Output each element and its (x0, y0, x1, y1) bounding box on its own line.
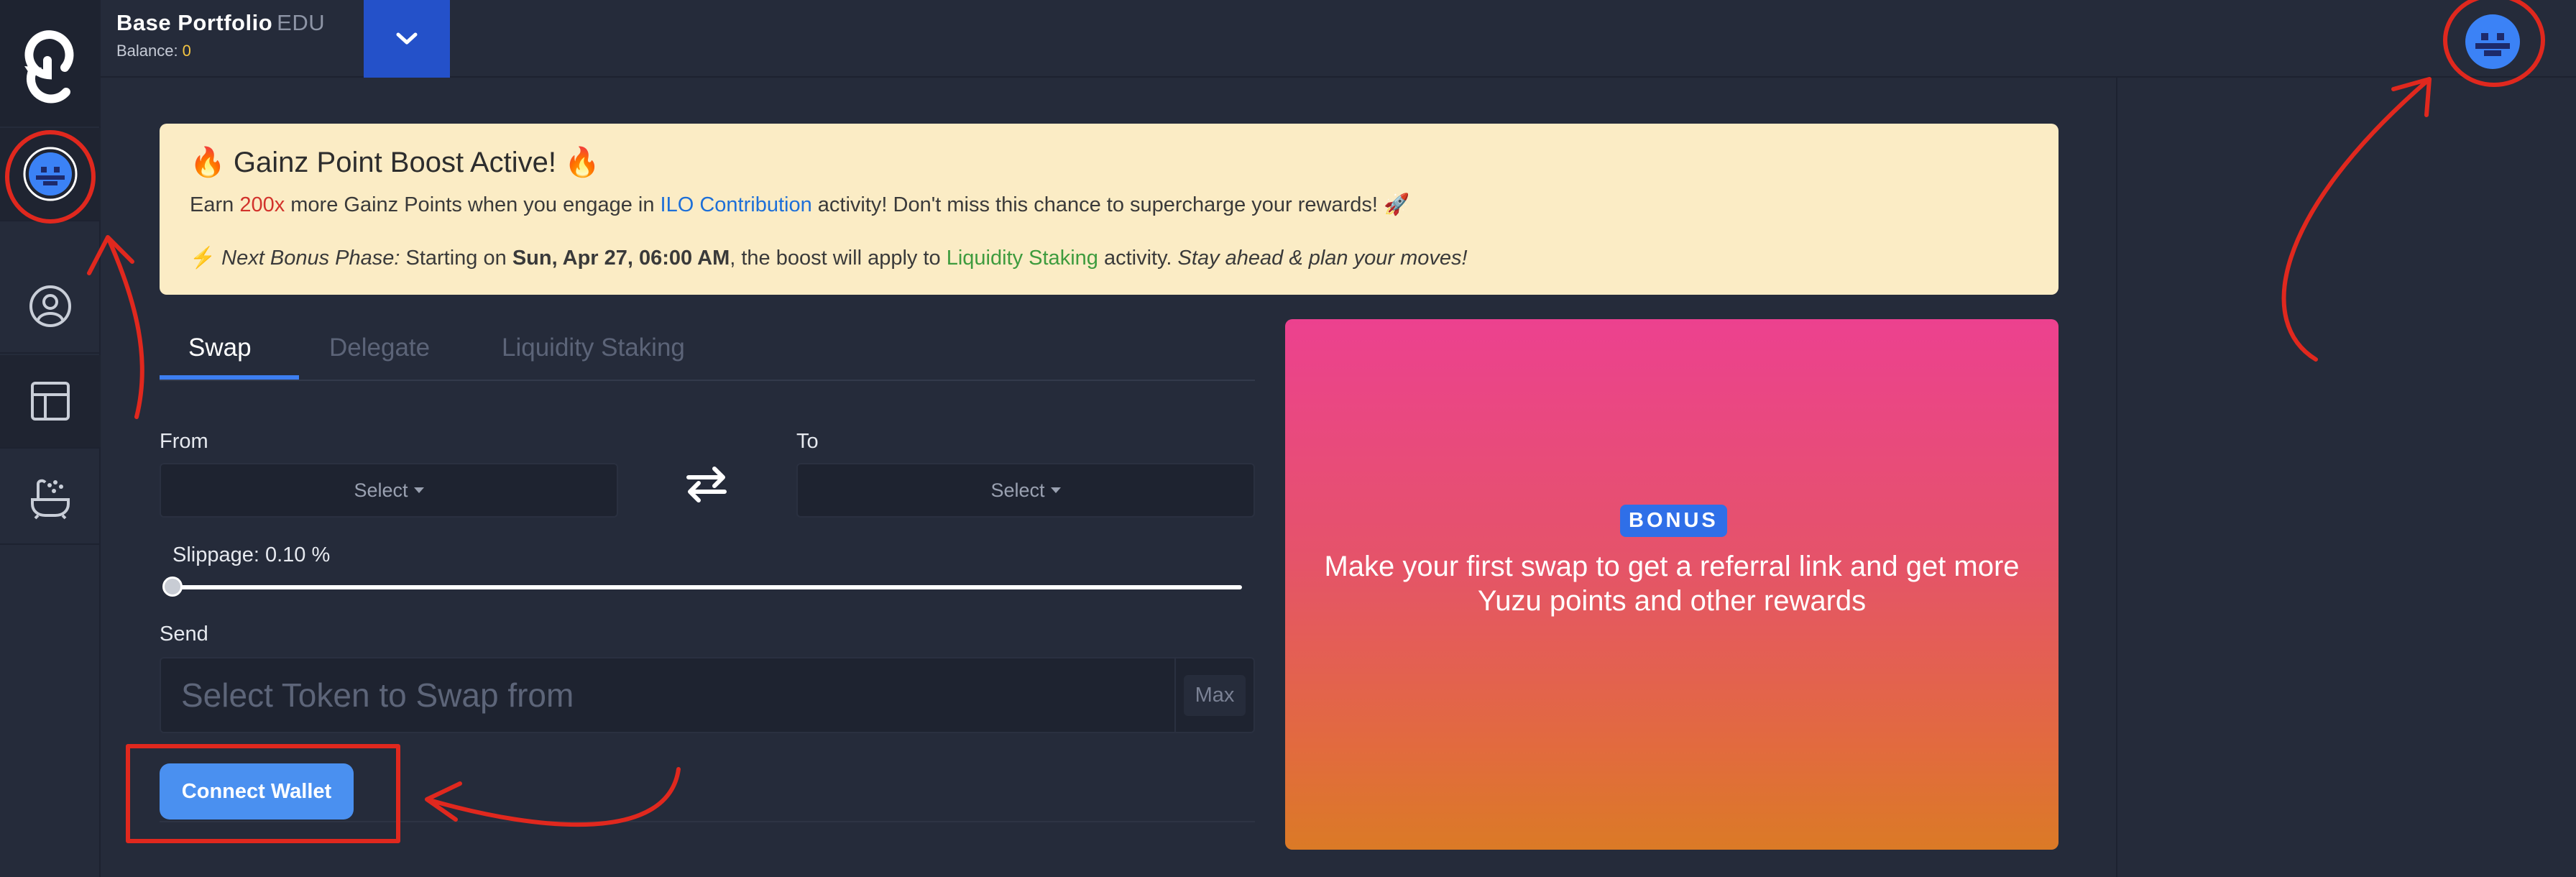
to-label: To (796, 430, 819, 453)
avatar-icon (23, 147, 78, 201)
bonus-text: Make your first swap to get a referral l… (1324, 551, 2020, 617)
boost-banner: 🔥 Gainz Point Boost Active! 🔥 Earn 200x … (160, 124, 2058, 295)
tab-liquidity-staking[interactable]: Liquidity Staking (502, 334, 685, 362)
send-amount-input[interactable] (160, 657, 1174, 733)
balance-label: Balance: (116, 42, 178, 60)
sidebar-item-pool[interactable] (0, 451, 101, 545)
ilo-contribution-link[interactable]: ILO Contribution (661, 193, 812, 216)
caret-down-icon (1050, 487, 1061, 493)
liquidity-staking-link[interactable]: Liquidity Staking (947, 247, 1098, 270)
connect-wallet-button[interactable]: Connect Wallet (160, 763, 354, 819)
caret-down-icon (413, 487, 424, 493)
from-label: From (160, 430, 208, 453)
lightning-icon: ⚡ (190, 247, 216, 270)
logo-icon (24, 30, 74, 104)
max-button[interactable]: Max (1174, 657, 1255, 733)
banner-line-earn: Earn 200x more Gainz Points when you eng… (190, 193, 1410, 216)
send-label: Send (160, 623, 208, 646)
tab-swap[interactable]: Swap (188, 334, 252, 362)
portfolio-network-tag: EDU (277, 10, 326, 35)
banner-title: 🔥 Gainz Point Boost Active! 🔥 (190, 147, 600, 178)
sidebar-item-dashboard[interactable] (0, 355, 101, 449)
slippage-slider[interactable] (172, 585, 1242, 589)
balance-row: Balance: 0 (116, 42, 191, 60)
user-circle-icon (29, 285, 71, 327)
banner-line-next-phase: ⚡ Next Bonus Phase: Starting on Sun, Apr… (190, 247, 1468, 270)
balance-value: 0 (182, 42, 191, 60)
portfolio-title: Base Portfolio EDU (116, 10, 326, 35)
form-divider (160, 821, 1255, 822)
swap-direction-button[interactable] (684, 464, 729, 503)
multiplier-text: 200x (239, 193, 285, 216)
right-panel-divider (2116, 78, 2117, 877)
portfolio-dropdown-button[interactable] (364, 0, 450, 78)
action-tabs: Swap Delegate Liquidity Staking (160, 321, 1255, 381)
sidebar-item-profile[interactable] (0, 260, 101, 354)
annotation-arrow-header (2281, 77, 2432, 362)
slippage-label: Slippage: 0.10 % (172, 543, 331, 566)
sidebar (0, 0, 101, 877)
next-phase-date: Sun, Apr 27, 06:00 AM (512, 247, 730, 270)
tab-delegate[interactable]: Delegate (329, 334, 430, 362)
app-logo[interactable] (0, 0, 101, 127)
from-token-select[interactable]: Select (160, 463, 618, 518)
bonus-badge: BONUS (1620, 505, 1727, 537)
layout-icon (31, 382, 70, 421)
active-tab-indicator (160, 375, 299, 380)
avatar-icon (2465, 14, 2520, 69)
annotation-arrow-connect-wallet (425, 767, 681, 827)
header-avatar[interactable] (2462, 12, 2523, 72)
bonus-card: BONUS Make your first swap to get a refe… (1285, 319, 2058, 850)
banner-tip: Stay ahead & plan your moves! (1177, 247, 1468, 270)
to-token-select[interactable]: Select (796, 463, 1255, 518)
chevron-down-icon (396, 32, 418, 45)
top-bar: Base Portfolio EDU Balance: 0 (101, 0, 2576, 78)
sidebar-item-wallet-avatar[interactable] (0, 128, 101, 221)
slippage-slider-handle[interactable] (162, 577, 183, 597)
swap-arrows-icon (686, 467, 727, 502)
bathtub-icon (31, 479, 70, 520)
